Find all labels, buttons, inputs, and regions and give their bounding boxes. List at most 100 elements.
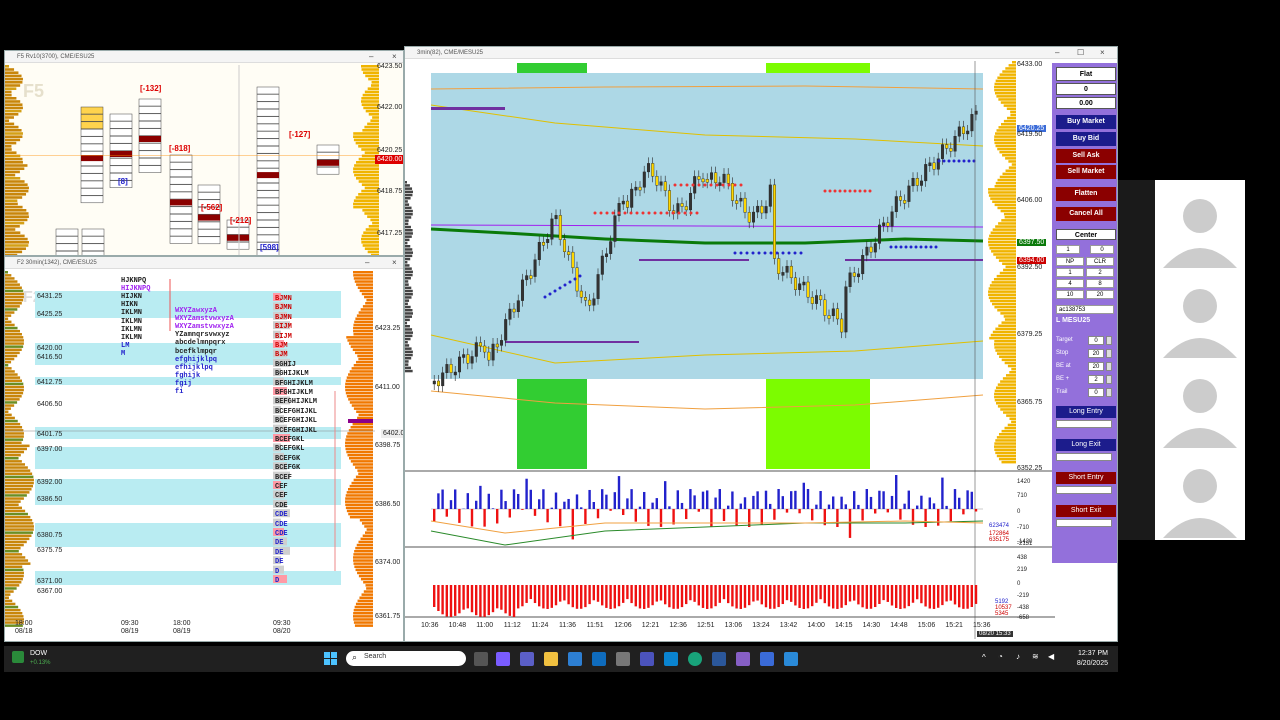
long-entry-select[interactable] — [1056, 420, 1112, 428]
account-select[interactable]: ac138753 — [1056, 305, 1114, 314]
sell-market-button[interactable]: Sell Market — [1056, 165, 1116, 179]
flatten-button[interactable]: Flatten — [1056, 187, 1116, 201]
short-entry-button[interactable]: Short Entry — [1056, 472, 1116, 484]
stepper-arrows-icon[interactable] — [1106, 388, 1112, 397]
f2-title-bar[interactable]: F2 30min(1342), CME/ESU25 — [5, 257, 403, 269]
param-stepper[interactable]: 20 — [1088, 349, 1104, 358]
param-stepper[interactable]: 20 — [1088, 362, 1104, 371]
settings-icon[interactable] — [616, 652, 630, 666]
stepper-arrows-icon[interactable] — [1106, 336, 1112, 345]
f2-tpo-window[interactable]: F2 30min(1342), CME/ESU25 – × F2 6431.25… — [4, 256, 404, 642]
candle-body — [449, 364, 453, 373]
short-entry-select[interactable] — [1056, 486, 1112, 494]
qty-1-button[interactable]: 1 — [1056, 268, 1084, 277]
volume-axis-label: -710 — [1017, 525, 1030, 531]
f5-right-profile-bar — [362, 71, 379, 74]
minimize-icon[interactable]: – — [365, 257, 369, 269]
f5-left-profile-bar — [5, 74, 22, 78]
close-icon[interactable]: × — [392, 257, 397, 269]
main-title-bar[interactable]: 3min(82), CME/MESU25 — [405, 47, 1117, 59]
signal-dot — [573, 277, 577, 281]
f2-left-profile-bar — [5, 450, 25, 454]
qty-20-button[interactable]: 20 — [1086, 290, 1114, 299]
stock-ticker[interactable]: DOW — [30, 650, 47, 657]
trading-app-icon[interactable] — [760, 652, 774, 666]
teams-icon[interactable] — [520, 652, 534, 666]
copilot-icon[interactable] — [496, 652, 510, 666]
np-button[interactable]: NP — [1056, 257, 1084, 266]
remote-desktop-icon[interactable] — [784, 652, 798, 666]
volume-bar — [496, 509, 499, 524]
qty-8-button[interactable]: 8 — [1086, 279, 1114, 288]
clr-button[interactable]: CLR — [1086, 257, 1114, 266]
param-stepper[interactable]: 2 — [1088, 375, 1104, 384]
search-box[interactable]: ⌕ Search — [346, 651, 466, 666]
f5-left-profile-bar — [5, 68, 15, 71]
sell-ask-button[interactable]: Sell Ask — [1056, 149, 1116, 163]
main-profile-bar — [999, 355, 1016, 358]
f5-chart-window[interactable]: F5 Rv10(3700), CME/ESU25 – × F5 [-132] [… — [4, 50, 404, 256]
main-price-chart[interactable] — [405, 61, 1055, 641]
stepper-arrows-icon[interactable] — [1106, 362, 1112, 371]
delta-bar — [659, 585, 663, 601]
qty-2-button[interactable]: 2 — [1086, 268, 1114, 277]
outlook-icon[interactable] — [592, 652, 606, 666]
cancel-all-button[interactable]: Cancel All — [1056, 207, 1116, 221]
stepper-arrows-icon[interactable] — [1106, 375, 1112, 384]
stepper-arrows-icon[interactable] — [1106, 349, 1112, 358]
word-icon[interactable] — [712, 652, 726, 666]
qty-4-button[interactable]: 4 — [1056, 279, 1084, 288]
visual-studio-icon[interactable] — [736, 652, 750, 666]
f5-price-label: 6422.00 — [377, 104, 403, 111]
minimize-icon[interactable]: – — [369, 51, 373, 63]
main-chart-window[interactable]: 3min(82), CME/MESU25 – ☐ × 6433.00 6420.2… — [404, 46, 1118, 642]
short-exit-button[interactable]: Short Exit — [1056, 505, 1116, 517]
f5-volume-profile — [5, 65, 403, 255]
close-icon[interactable]: × — [392, 51, 397, 63]
param-stepper[interactable]: 0 — [1088, 388, 1104, 397]
f5-poc-cell — [139, 136, 161, 142]
long-exit-select[interactable] — [1056, 453, 1112, 461]
long-exit-button[interactable]: Long Exit — [1056, 439, 1116, 451]
edge-icon[interactable] — [688, 652, 702, 666]
f2-left-profile-bar — [5, 373, 18, 376]
wifi-icon[interactable]: ≋ — [1032, 652, 1039, 661]
network-icon[interactable]: ◔ — [998, 652, 1003, 661]
file-explorer-icon[interactable] — [544, 652, 558, 666]
quantity-input[interactable]: 1 — [1056, 245, 1080, 254]
f5-left-profile-bar — [5, 228, 16, 231]
buy-market-button[interactable]: Buy Market — [1056, 115, 1116, 129]
clock-date[interactable]: 8/20/2025 — [1068, 660, 1108, 667]
delta-bar — [496, 585, 499, 609]
stock-widget-icon[interactable] — [12, 651, 24, 663]
center-button[interactable]: Center — [1056, 229, 1116, 240]
windows-start-icon[interactable] — [324, 652, 337, 665]
minimize-icon[interactable]: – — [1055, 47, 1059, 59]
f5-title-bar[interactable]: F5 Rv10(3700), CME/ESU25 — [5, 51, 403, 63]
delta-bar — [890, 585, 894, 606]
tray-chevron-icon[interactable]: ^ — [982, 653, 986, 662]
mail-icon[interactable] — [664, 652, 678, 666]
maximize-icon[interactable]: ☐ — [1077, 47, 1084, 59]
qty-10-button[interactable]: 10 — [1056, 290, 1084, 299]
delta-bar — [790, 585, 793, 602]
f2-right-profile-bar — [360, 537, 373, 541]
microphone-icon[interactable]: ♪ — [1016, 652, 1020, 661]
buy-bid-button[interactable]: Buy Bid — [1056, 132, 1116, 146]
volume-bar — [785, 509, 789, 513]
short-exit-select[interactable] — [1056, 519, 1112, 527]
f5-left-profile-bar — [5, 132, 23, 135]
main-profile-bar — [997, 309, 1016, 312]
param-stepper[interactable]: 0 — [1088, 336, 1104, 345]
signal-dot — [593, 211, 597, 215]
store-icon[interactable] — [568, 652, 582, 666]
volume-icon[interactable]: ◀ — [1048, 652, 1054, 661]
quantity-right-field[interactable]: 0 — [1090, 245, 1114, 254]
f5-left-profile-bar — [5, 215, 29, 218]
long-entry-button[interactable]: Long Entry — [1056, 406, 1116, 418]
clock-time[interactable]: 12:37 PM — [1068, 650, 1108, 657]
task-view-icon[interactable] — [474, 652, 488, 666]
close-icon[interactable]: × — [1100, 47, 1105, 59]
teams-chat-icon[interactable] — [640, 652, 654, 666]
volume-bar — [550, 507, 553, 509]
